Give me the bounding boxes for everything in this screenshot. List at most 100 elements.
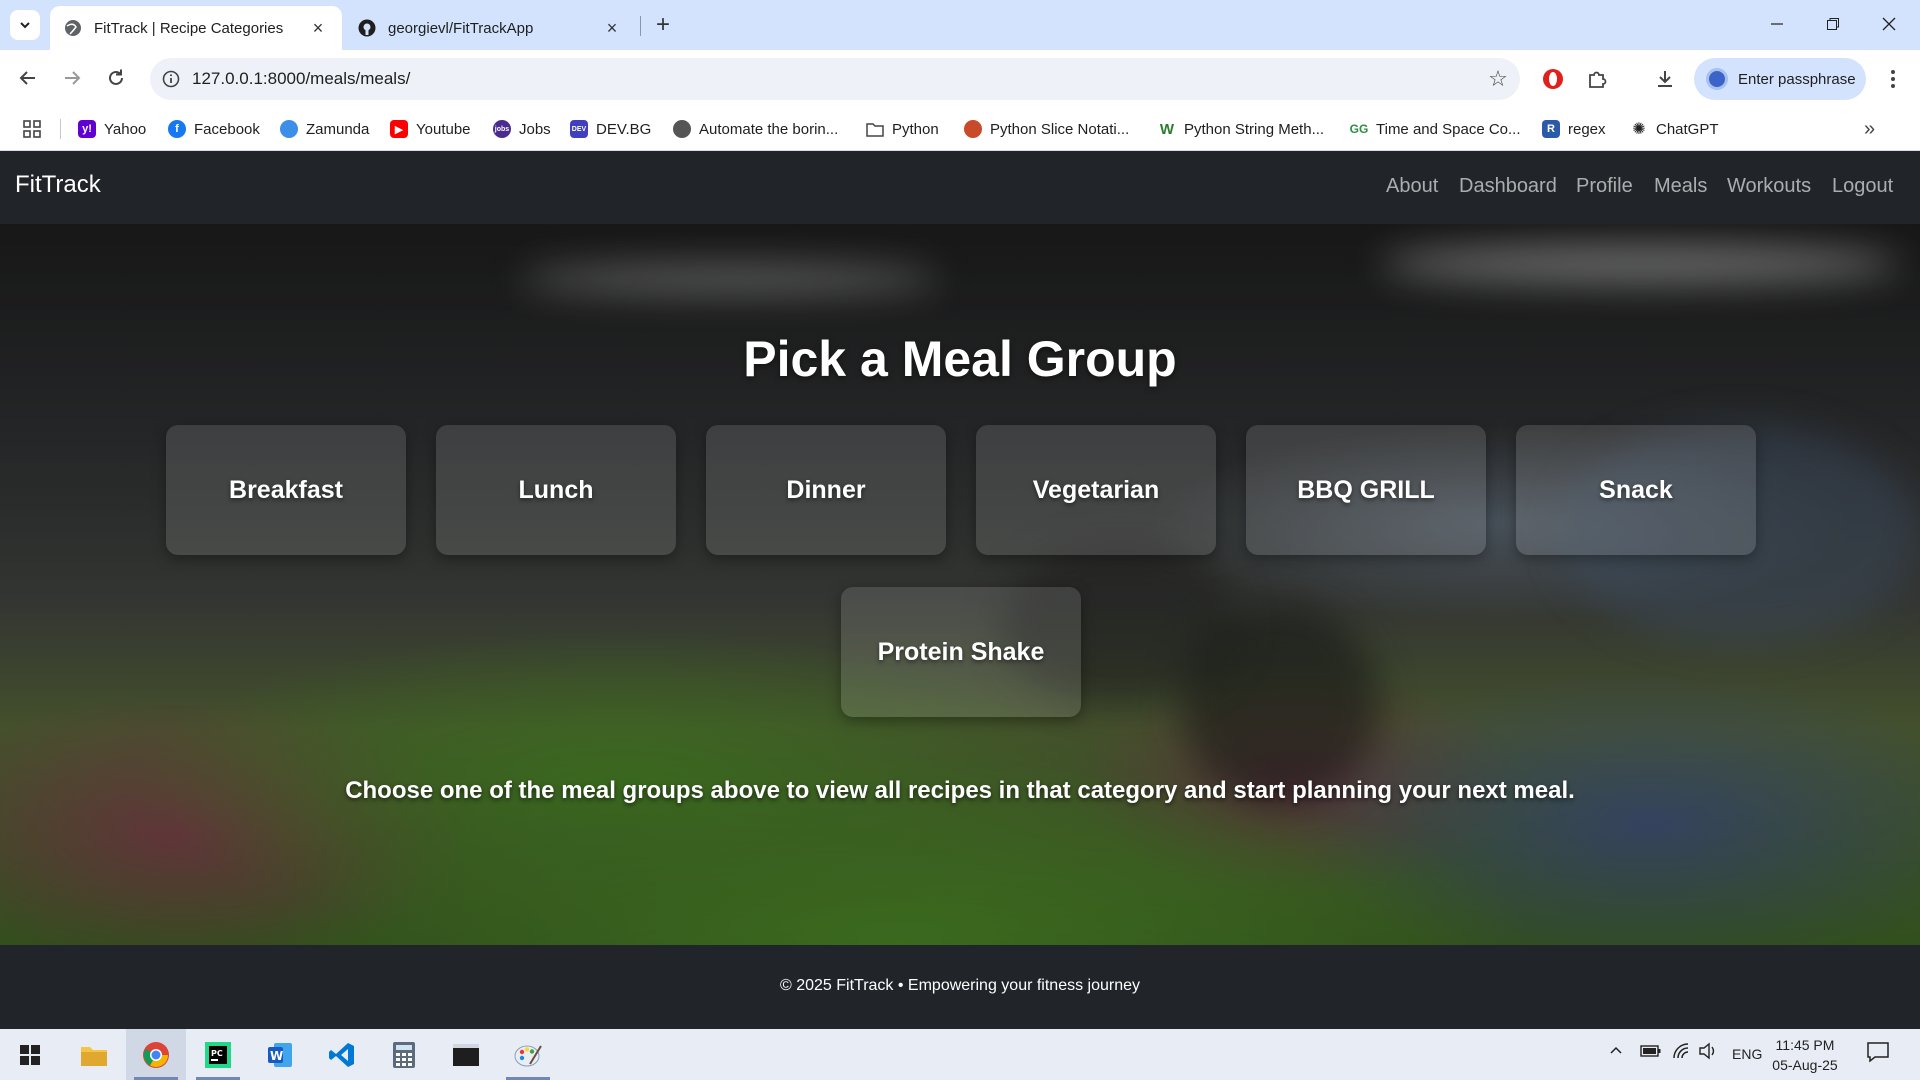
- tab-separator: [640, 16, 641, 36]
- taskbar-vscode[interactable]: [312, 1029, 372, 1080]
- nav-link-logout[interactable]: Logout: [1832, 175, 1893, 198]
- hero-section: Pick a Meal Group Breakfast Lunch Dinner…: [0, 224, 1920, 945]
- address-bar[interactable]: 127.0.0.1:8000/meals/meals/ ☆: [150, 58, 1520, 100]
- forward-button[interactable]: [56, 62, 88, 94]
- gfg-icon: GG: [1349, 122, 1369, 136]
- bookmark-automate[interactable]: Automate the borin...: [673, 117, 838, 141]
- bookmark-python-slice[interactable]: Python Slice Notati...: [964, 117, 1129, 141]
- nav-link-meals[interactable]: Meals: [1654, 175, 1707, 198]
- bookmark-folder-python[interactable]: Python: [866, 117, 939, 141]
- bookmark-label: Automate the borin...: [699, 120, 839, 138]
- bookmarks-divider: [60, 119, 61, 139]
- restore-icon: [1827, 18, 1839, 30]
- terminal-icon: [453, 1043, 479, 1066]
- taskbar-file-explorer[interactable]: [64, 1029, 124, 1080]
- show-hidden-icons-chevron-icon[interactable]: [1608, 1042, 1624, 1061]
- close-tab-icon[interactable]: ×: [308, 18, 328, 38]
- windows-taskbar: PC W ENG 11:45 PM 05-Aug-25: [0, 1029, 1920, 1080]
- github-icon: [358, 19, 376, 37]
- close-window-button[interactable]: [1866, 8, 1912, 40]
- bookmark-label: Python Slice Notati...: [990, 120, 1130, 138]
- svg-text:W: W: [270, 1049, 283, 1063]
- opera-extension-icon[interactable]: [1538, 64, 1568, 94]
- nav-link-profile[interactable]: Profile: [1576, 175, 1633, 198]
- extensions-puzzle-icon[interactable]: [1582, 64, 1612, 94]
- new-tab-button[interactable]: +: [650, 11, 676, 38]
- category-card-vegetarian[interactable]: Vegetarian: [976, 425, 1216, 555]
- tab-search-button[interactable]: [10, 10, 40, 40]
- taskbar-pycharm[interactable]: PC: [188, 1029, 248, 1080]
- bookmark-label: ChatGPT: [1656, 120, 1719, 138]
- bookmark-star-icon[interactable]: ☆: [1476, 66, 1520, 92]
- battery-icon[interactable]: [1640, 1043, 1662, 1062]
- bookmark-label: Python String Meth...: [1184, 120, 1325, 138]
- arrow-left-icon: [19, 71, 35, 85]
- category-card-bbq-grill[interactable]: BBQ GRILL: [1246, 425, 1486, 555]
- taskbar-word[interactable]: W: [250, 1029, 310, 1080]
- wifi-icon[interactable]: [1672, 1042, 1692, 1063]
- bookmark-label: DEV.BG: [596, 120, 652, 138]
- facebook-icon: f: [168, 120, 186, 138]
- start-button[interactable]: [0, 1029, 60, 1080]
- bookmark-label: Python: [892, 120, 939, 138]
- calculator-icon: [393, 1041, 415, 1068]
- clock-time: 11:45 PM: [1775, 1037, 1835, 1053]
- volume-icon[interactable]: [1698, 1042, 1718, 1063]
- pycharm-icon: PC: [205, 1041, 231, 1068]
- windows-logo-icon: [20, 1044, 40, 1065]
- reload-icon: [109, 69, 123, 85]
- chrome-icon: [143, 1041, 169, 1068]
- tab-github[interactable]: georgievl/FitTrackApp ×: [344, 6, 636, 50]
- brand-logo[interactable]: FitTrack: [15, 171, 101, 199]
- profile-avatar-icon: [1706, 68, 1728, 90]
- nav-link-workouts[interactable]: Workouts: [1727, 175, 1811, 198]
- vscode-icon: [329, 1042, 354, 1067]
- bookmark-devbg[interactable]: DEV DEV.BG: [570, 117, 651, 141]
- bookmark-yahoo[interactable]: y! Yahoo: [78, 117, 146, 141]
- taskbar-paint[interactable]: [498, 1029, 558, 1080]
- download-icon[interactable]: [1650, 64, 1680, 94]
- nav-link-dashboard[interactable]: Dashboard: [1459, 175, 1557, 198]
- bookmark-facebook[interactable]: f Facebook: [168, 117, 260, 141]
- taskbar-calculator[interactable]: [374, 1029, 434, 1080]
- profile-passphrase-button[interactable]: Enter passphrase: [1694, 58, 1866, 100]
- bookmark-zamunda[interactable]: Zamunda: [280, 117, 369, 141]
- category-card-protein-shake[interactable]: Protein Shake: [841, 587, 1081, 717]
- r-icon: R: [1542, 120, 1560, 138]
- notifications-icon[interactable]: [1866, 1041, 1890, 1066]
- category-card-snack[interactable]: Snack: [1516, 425, 1756, 555]
- language-indicator[interactable]: ENG: [1732, 1046, 1762, 1062]
- close-tab-icon[interactable]: ×: [602, 18, 622, 38]
- bookmark-label: regex: [1568, 120, 1606, 138]
- taskbar-chrome[interactable]: [126, 1029, 186, 1080]
- bookmark-chatgpt[interactable]: ✺ ChatGPT: [1630, 117, 1719, 141]
- palette-icon: [514, 1044, 542, 1066]
- bookmark-time-space[interactable]: GG Time and Space Co...: [1350, 117, 1521, 141]
- clock-date: 05-Aug-25: [1772, 1057, 1838, 1073]
- minimize-button[interactable]: [1754, 8, 1800, 40]
- globe-icon: [673, 120, 691, 138]
- profile-label: Enter passphrase: [1738, 70, 1856, 88]
- tab-fittrack[interactable]: FitTrack | Recipe Categories ×: [50, 6, 342, 50]
- system-clock[interactable]: 11:45 PM 05-Aug-25: [1760, 1035, 1850, 1075]
- more-bookmarks-chevron-icon[interactable]: »: [1864, 117, 1875, 141]
- restore-button[interactable]: [1810, 8, 1856, 40]
- site-info-icon[interactable]: [150, 70, 192, 88]
- browser-menu-button[interactable]: [1878, 64, 1908, 94]
- category-card-breakfast[interactable]: Breakfast: [166, 425, 406, 555]
- apps-grid-button[interactable]: [22, 117, 42, 141]
- taskbar-terminal[interactable]: [436, 1029, 496, 1080]
- nav-link-about[interactable]: About: [1386, 175, 1438, 198]
- bookmark-label: Yahoo: [104, 120, 147, 138]
- hero-subtitle: Choose one of the meal groups above to v…: [345, 777, 1575, 804]
- bookmark-youtube[interactable]: ▶ Youtube: [390, 117, 471, 141]
- reload-button[interactable]: [100, 62, 132, 94]
- chevron-down-icon: [20, 22, 30, 29]
- bookmark-regex[interactable]: R regex: [1542, 117, 1606, 141]
- word-icon: W: [268, 1042, 292, 1067]
- bookmark-jobs[interactable]: jobs Jobs: [493, 117, 551, 141]
- back-button[interactable]: [12, 62, 44, 94]
- bookmark-python-string[interactable]: W Python String Meth...: [1158, 117, 1324, 141]
- category-card-dinner[interactable]: Dinner: [706, 425, 946, 555]
- category-card-lunch[interactable]: Lunch: [436, 425, 676, 555]
